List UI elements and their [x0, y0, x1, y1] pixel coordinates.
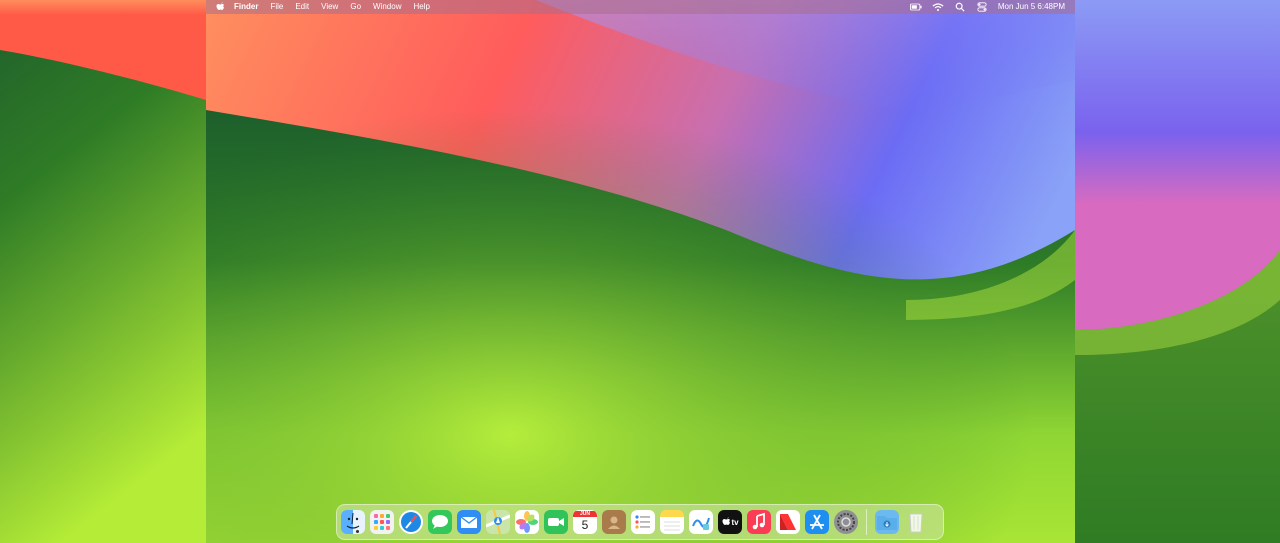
freeform-icon[interactable] — [689, 510, 713, 534]
messages-icon[interactable] — [428, 510, 452, 534]
menu-file[interactable]: File — [264, 0, 289, 14]
notes-icon[interactable] — [660, 510, 684, 534]
menu-bar: Finder File Edit View Go Window Help Mon… — [206, 0, 1075, 14]
wallpaper-extension-left — [0, 0, 206, 543]
photos-icon[interactable] — [515, 510, 539, 534]
facetime-icon[interactable] — [544, 510, 568, 534]
mail-icon[interactable] — [457, 510, 481, 534]
downloads-folder-icon[interactable] — [875, 510, 899, 534]
safari-icon[interactable] — [399, 510, 423, 534]
settings-icon[interactable] — [834, 510, 858, 534]
desktop[interactable]: Finder File Edit View Go Window Help Mon… — [206, 0, 1075, 543]
running-indicator — [356, 530, 359, 533]
menu-edit[interactable]: Edit — [289, 0, 315, 14]
trash-icon[interactable] — [904, 510, 928, 534]
contacts-icon[interactable] — [602, 510, 626, 534]
dock-separator — [866, 509, 867, 535]
app-store-icon[interactable] — [805, 510, 829, 534]
finder-icon[interactable] — [341, 510, 365, 534]
calendar-day: 5 — [581, 518, 589, 532]
apple-menu-icon[interactable] — [216, 2, 224, 12]
news-icon[interactable] — [776, 510, 800, 534]
battery-icon[interactable] — [909, 2, 922, 12]
menu-go[interactable]: Go — [344, 0, 367, 14]
wallpaper — [206, 0, 1075, 543]
maps-icon[interactable] — [486, 510, 510, 534]
tv-label: tv — [731, 517, 739, 527]
wallpaper-extension-right — [1075, 0, 1280, 543]
dock: JUN 5 tv — [336, 504, 944, 540]
music-icon[interactable] — [747, 510, 771, 534]
launchpad-icon[interactable] — [370, 510, 394, 534]
control-center-icon[interactable] — [976, 2, 988, 12]
calendar-icon[interactable]: JUN 5 — [573, 510, 597, 534]
reminders-icon[interactable] — [631, 510, 655, 534]
wifi-icon[interactable] — [932, 2, 944, 12]
tv-icon[interactable]: tv — [718, 510, 742, 534]
menu-help[interactable]: Help — [407, 0, 435, 14]
menu-window[interactable]: Window — [367, 0, 407, 14]
menu-clock[interactable]: Mon Jun 5 6:48PM — [998, 0, 1065, 14]
spotlight-search-icon[interactable] — [954, 2, 966, 12]
menu-app-name[interactable]: Finder — [228, 0, 264, 14]
menu-view[interactable]: View — [315, 0, 344, 14]
apple-logo-icon — [722, 517, 731, 525]
